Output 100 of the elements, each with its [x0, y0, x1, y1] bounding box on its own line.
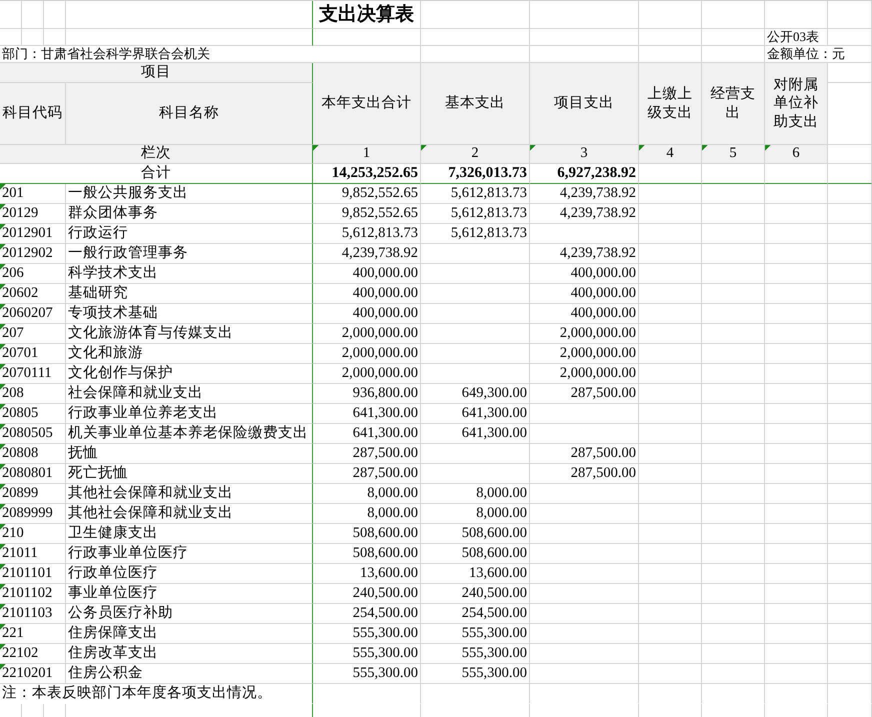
- empty-cell: [639, 344, 702, 364]
- amount-cell: 287,500.00: [313, 464, 421, 484]
- empty-cell: [639, 544, 702, 564]
- empty-cell: [702, 344, 765, 364]
- account-code: 2080505: [0, 424, 66, 444]
- empty-cell: [828, 384, 872, 404]
- empty-cell: [639, 524, 702, 544]
- empty-cell: [639, 504, 702, 524]
- empty-cell: [828, 424, 872, 444]
- account-code: 22102: [0, 644, 66, 664]
- amount-cell: 13,600.00: [421, 564, 530, 584]
- empty-cell: [765, 384, 828, 404]
- empty-cell: [702, 384, 765, 404]
- empty-cell: [702, 524, 765, 544]
- account-code: 207: [0, 324, 66, 344]
- account-code: 2089999: [0, 504, 66, 524]
- sheet-title: 支出决算表: [313, 1, 421, 29]
- empty-cell: [828, 544, 872, 564]
- account-name: 一般行政管理事务: [66, 244, 313, 264]
- account-code: 2012902: [0, 244, 66, 264]
- empty-cell: [702, 604, 765, 624]
- empty-cell: [828, 524, 872, 544]
- amount-cell: 287,500.00: [530, 444, 639, 464]
- amount-cell: 2,000,000.00: [530, 324, 639, 344]
- empty-cell: [702, 624, 765, 644]
- empty-cell: [765, 344, 828, 364]
- amount-cell: 641,300.00: [313, 404, 421, 424]
- empty-cell: [765, 664, 828, 684]
- amount-cell: 400,000.00: [313, 284, 421, 304]
- empty-cell: [828, 644, 872, 664]
- empty-cell: [765, 544, 828, 564]
- account-code: 20805: [0, 404, 66, 424]
- empty-cell: [639, 184, 702, 204]
- amount-cell: 13,600.00: [313, 564, 421, 584]
- amount-cell: 4,239,738.92: [530, 244, 639, 264]
- account-code: 2012901: [0, 224, 66, 244]
- empty-cell: [702, 464, 765, 484]
- account-code: 2101101: [0, 564, 66, 584]
- account-code: 2210201: [0, 664, 66, 684]
- empty-cell: [828, 184, 872, 204]
- amount-cell: 254,500.00: [421, 604, 530, 624]
- amount-cell: 508,600.00: [421, 524, 530, 544]
- empty-cell: [765, 644, 828, 664]
- column-header: 基本支出: [421, 63, 530, 145]
- account-code: 201: [0, 184, 66, 204]
- amount-cell: 508,600.00: [313, 544, 421, 564]
- account-name: 机关事业单位基本养老保险缴费支出: [66, 424, 313, 444]
- amount-cell: 936,800.00: [313, 384, 421, 404]
- amount-cell: 555,300.00: [421, 644, 530, 664]
- amount-cell: 8,000.00: [313, 504, 421, 524]
- amount-cell: 555,300.00: [313, 644, 421, 664]
- empty-cell: [828, 29, 872, 46]
- empty-cell: [639, 564, 702, 584]
- empty-cell: [828, 464, 872, 484]
- account-code: 2101103: [0, 604, 66, 624]
- empty-cell: [765, 404, 828, 424]
- amount-cell: 400,000.00: [313, 304, 421, 324]
- empty-cell: [702, 264, 765, 284]
- amount-cell: 287,500.00: [313, 444, 421, 464]
- account-code: 20808: [0, 444, 66, 464]
- account-name: 卫生健康支出: [66, 524, 313, 544]
- empty-cell: [639, 324, 702, 344]
- empty-cell: [639, 364, 702, 384]
- amount-cell: 5,612,813.73: [313, 224, 421, 244]
- account-name: 行政事业单位养老支出: [66, 404, 313, 424]
- amount-cell: 2,000,000.00: [530, 344, 639, 364]
- empty-cell: [702, 184, 765, 204]
- empty-cell: [639, 204, 702, 224]
- total-value: 6,927,238.92: [530, 164, 639, 184]
- account-name: 死亡抚恤: [66, 464, 313, 484]
- empty-cell: [702, 364, 765, 384]
- empty-cell: [639, 224, 702, 244]
- empty-cell: [702, 504, 765, 524]
- empty-cell: [639, 404, 702, 424]
- empty-cell: [702, 644, 765, 664]
- empty-cell: [639, 444, 702, 464]
- empty-cell: [639, 604, 702, 624]
- amount-cell: 2,000,000.00: [313, 344, 421, 364]
- amount-cell: 555,300.00: [313, 664, 421, 684]
- column-header: 经营支出: [702, 63, 765, 145]
- empty-cell: [765, 464, 828, 484]
- empty-cell: [828, 564, 872, 584]
- empty-cell: [639, 244, 702, 264]
- empty-cell: [765, 424, 828, 444]
- column-number: 3: [530, 145, 639, 164]
- empty-cell: [639, 304, 702, 324]
- amount-cell: 8,000.00: [421, 484, 530, 504]
- amount-cell: 555,300.00: [421, 664, 530, 684]
- account-name: 住房公积金: [66, 664, 313, 684]
- empty-cell: [702, 284, 765, 304]
- amount-cell: 5,612,813.73: [421, 224, 530, 244]
- empty-cell: [765, 604, 828, 624]
- empty-cell: [702, 544, 765, 564]
- empty-cell: [765, 284, 828, 304]
- account-name: 一般公共服务支出: [66, 184, 313, 204]
- account-name: 社会保障和就业支出: [66, 384, 313, 404]
- amount-cell: 9,852,552.65: [313, 184, 421, 204]
- account-code: 2080801: [0, 464, 66, 484]
- empty-cell: [828, 344, 872, 364]
- account-name: 文化旅游体育与传媒支出: [66, 324, 313, 344]
